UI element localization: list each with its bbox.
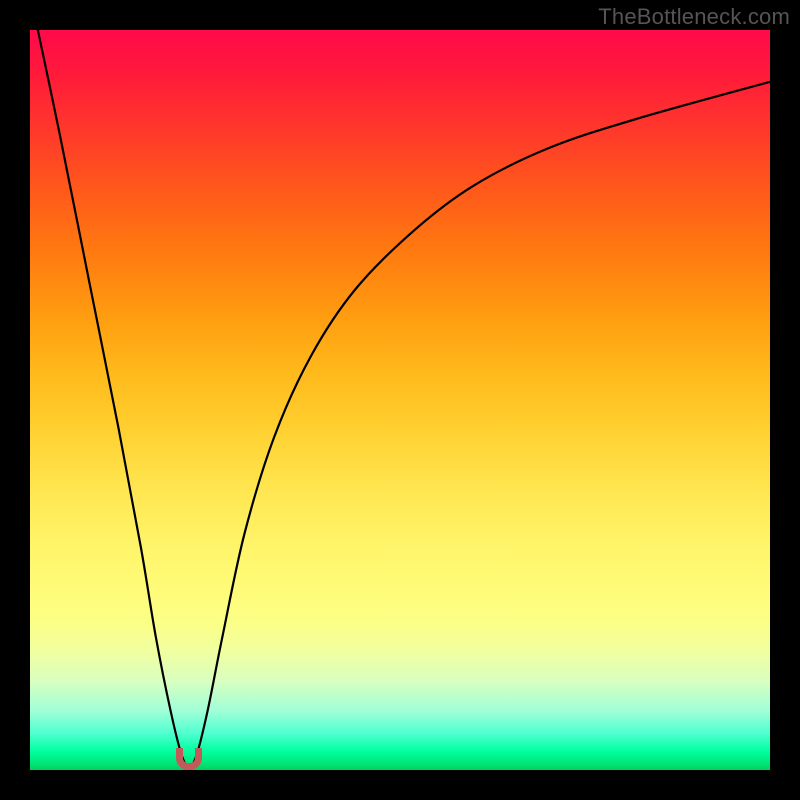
plot-area <box>30 30 770 770</box>
minimum-marker <box>176 748 202 770</box>
bottleneck-curve <box>30 30 770 770</box>
watermark-text: TheBottleneck.com <box>598 4 790 30</box>
curve-path <box>30 30 770 766</box>
